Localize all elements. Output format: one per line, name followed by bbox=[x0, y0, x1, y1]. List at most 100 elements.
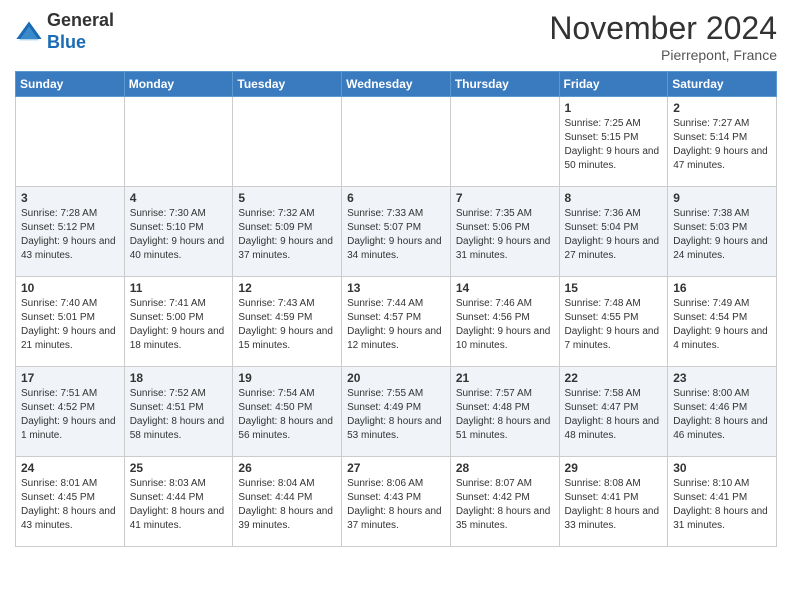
calendar-cell: 7 Sunrise: 7:35 AM Sunset: 5:06 PM Daylig… bbox=[450, 187, 559, 277]
calendar-cell: 24 Sunrise: 8:01 AM Sunset: 4:45 PM Dayli… bbox=[16, 457, 125, 547]
location: Pierrepont, France bbox=[549, 47, 777, 63]
header: General Blue November 2024 Pierrepont, F… bbox=[15, 10, 777, 63]
day-number: 10 bbox=[21, 281, 119, 295]
day-number: 15 bbox=[565, 281, 663, 295]
calendar-cell: 5 Sunrise: 7:32 AM Sunset: 5:09 PM Daylig… bbox=[233, 187, 342, 277]
logo-blue-text: Blue bbox=[47, 32, 86, 52]
day-number: 22 bbox=[565, 371, 663, 385]
calendar-cell bbox=[450, 97, 559, 187]
day-number: 19 bbox=[238, 371, 336, 385]
day-number: 1 bbox=[565, 101, 663, 115]
day-number: 4 bbox=[130, 191, 228, 205]
day-number: 14 bbox=[456, 281, 554, 295]
col-wednesday: Wednesday bbox=[342, 72, 451, 97]
calendar-week-row: 10 Sunrise: 7:40 AM Sunset: 5:01 PM Dayli… bbox=[16, 277, 777, 367]
calendar-cell: 26 Sunrise: 8:04 AM Sunset: 4:44 PM Dayli… bbox=[233, 457, 342, 547]
day-info: Sunrise: 7:27 AM Sunset: 5:14 PM Dayligh… bbox=[673, 117, 771, 173]
calendar-cell: 14 Sunrise: 7:46 AM Sunset: 4:56 PM Dayli… bbox=[450, 277, 559, 367]
day-info: Sunrise: 7:46 AM Sunset: 4:56 PM Dayligh… bbox=[456, 297, 554, 353]
calendar-cell: 20 Sunrise: 7:55 AM Sunset: 4:49 PM Dayli… bbox=[342, 367, 451, 457]
day-number: 24 bbox=[21, 461, 119, 475]
day-number: 29 bbox=[565, 461, 663, 475]
day-info: Sunrise: 7:51 AM Sunset: 4:52 PM Dayligh… bbox=[21, 387, 119, 443]
calendar-cell: 25 Sunrise: 8:03 AM Sunset: 4:44 PM Dayli… bbox=[124, 457, 233, 547]
calendar-cell: 9 Sunrise: 7:38 AM Sunset: 5:03 PM Daylig… bbox=[668, 187, 777, 277]
col-tuesday: Tuesday bbox=[233, 72, 342, 97]
calendar-cell: 4 Sunrise: 7:30 AM Sunset: 5:10 PM Daylig… bbox=[124, 187, 233, 277]
day-info: Sunrise: 7:30 AM Sunset: 5:10 PM Dayligh… bbox=[130, 207, 228, 263]
calendar-week-row: 24 Sunrise: 8:01 AM Sunset: 4:45 PM Dayli… bbox=[16, 457, 777, 547]
month-title: November 2024 bbox=[549, 10, 777, 47]
day-number: 25 bbox=[130, 461, 228, 475]
calendar-cell: 27 Sunrise: 8:06 AM Sunset: 4:43 PM Dayli… bbox=[342, 457, 451, 547]
calendar-cell: 15 Sunrise: 7:48 AM Sunset: 4:55 PM Dayli… bbox=[559, 277, 668, 367]
day-info: Sunrise: 8:03 AM Sunset: 4:44 PM Dayligh… bbox=[130, 477, 228, 533]
col-thursday: Thursday bbox=[450, 72, 559, 97]
day-number: 6 bbox=[347, 191, 445, 205]
day-info: Sunrise: 7:38 AM Sunset: 5:03 PM Dayligh… bbox=[673, 207, 771, 263]
day-info: Sunrise: 8:06 AM Sunset: 4:43 PM Dayligh… bbox=[347, 477, 445, 533]
calendar-table: Sunday Monday Tuesday Wednesday Thursday… bbox=[15, 71, 777, 547]
day-number: 2 bbox=[673, 101, 771, 115]
calendar-header: Sunday Monday Tuesday Wednesday Thursday… bbox=[16, 72, 777, 97]
day-info: Sunrise: 7:54 AM Sunset: 4:50 PM Dayligh… bbox=[238, 387, 336, 443]
day-number: 3 bbox=[21, 191, 119, 205]
header-row: Sunday Monday Tuesday Wednesday Thursday… bbox=[16, 72, 777, 97]
day-number: 27 bbox=[347, 461, 445, 475]
day-info: Sunrise: 7:57 AM Sunset: 4:48 PM Dayligh… bbox=[456, 387, 554, 443]
day-number: 30 bbox=[673, 461, 771, 475]
calendar-cell bbox=[124, 97, 233, 187]
day-info: Sunrise: 7:58 AM Sunset: 4:47 PM Dayligh… bbox=[565, 387, 663, 443]
calendar-week-row: 3 Sunrise: 7:28 AM Sunset: 5:12 PM Daylig… bbox=[16, 187, 777, 277]
day-info: Sunrise: 8:07 AM Sunset: 4:42 PM Dayligh… bbox=[456, 477, 554, 533]
calendar-cell: 18 Sunrise: 7:52 AM Sunset: 4:51 PM Dayli… bbox=[124, 367, 233, 457]
day-info: Sunrise: 7:35 AM Sunset: 5:06 PM Dayligh… bbox=[456, 207, 554, 263]
day-info: Sunrise: 7:43 AM Sunset: 4:59 PM Dayligh… bbox=[238, 297, 336, 353]
day-number: 7 bbox=[456, 191, 554, 205]
calendar-cell: 19 Sunrise: 7:54 AM Sunset: 4:50 PM Dayli… bbox=[233, 367, 342, 457]
day-info: Sunrise: 7:52 AM Sunset: 4:51 PM Dayligh… bbox=[130, 387, 228, 443]
day-number: 16 bbox=[673, 281, 771, 295]
day-info: Sunrise: 7:36 AM Sunset: 5:04 PM Dayligh… bbox=[565, 207, 663, 263]
day-number: 18 bbox=[130, 371, 228, 385]
day-info: Sunrise: 7:48 AM Sunset: 4:55 PM Dayligh… bbox=[565, 297, 663, 353]
title-block: November 2024 Pierrepont, France bbox=[549, 10, 777, 63]
day-info: Sunrise: 7:40 AM Sunset: 5:01 PM Dayligh… bbox=[21, 297, 119, 353]
calendar-cell: 21 Sunrise: 7:57 AM Sunset: 4:48 PM Dayli… bbox=[450, 367, 559, 457]
calendar-cell: 29Sunrise: 8:08 AM Sunset: 4:41 PM Dayli… bbox=[559, 457, 668, 547]
logo-text: General Blue bbox=[47, 10, 114, 53]
day-number: 20 bbox=[347, 371, 445, 385]
calendar-cell: 30 Sunrise: 8:10 AM Sunset: 4:41 PM Dayli… bbox=[668, 457, 777, 547]
day-number: 12 bbox=[238, 281, 336, 295]
day-info: Sunrise: 8:04 AM Sunset: 4:44 PM Dayligh… bbox=[238, 477, 336, 533]
day-info: Sunrise: 7:33 AM Sunset: 5:07 PM Dayligh… bbox=[347, 207, 445, 263]
calendar-cell: 2 Sunrise: 7:27 AM Sunset: 5:14 PM Daylig… bbox=[668, 97, 777, 187]
calendar-cell: 23Sunrise: 8:00 AM Sunset: 4:46 PM Dayli… bbox=[668, 367, 777, 457]
calendar-cell: 1Sunrise: 7:25 AM Sunset: 5:15 PM Daylig… bbox=[559, 97, 668, 187]
calendar-body: 1Sunrise: 7:25 AM Sunset: 5:15 PM Daylig… bbox=[16, 97, 777, 547]
calendar-cell: 8 Sunrise: 7:36 AM Sunset: 5:04 PM Daylig… bbox=[559, 187, 668, 277]
day-number: 17 bbox=[21, 371, 119, 385]
day-info: Sunrise: 8:10 AM Sunset: 4:41 PM Dayligh… bbox=[673, 477, 771, 533]
day-info: Sunrise: 8:01 AM Sunset: 4:45 PM Dayligh… bbox=[21, 477, 119, 533]
day-number: 8 bbox=[565, 191, 663, 205]
day-number: 26 bbox=[238, 461, 336, 475]
calendar-cell: 17 Sunrise: 7:51 AM Sunset: 4:52 PM Dayli… bbox=[16, 367, 125, 457]
day-info: Sunrise: 7:55 AM Sunset: 4:49 PM Dayligh… bbox=[347, 387, 445, 443]
calendar-cell: 28Sunrise: 8:07 AM Sunset: 4:42 PM Dayli… bbox=[450, 457, 559, 547]
day-number: 23 bbox=[673, 371, 771, 385]
day-number: 5 bbox=[238, 191, 336, 205]
col-saturday: Saturday bbox=[668, 72, 777, 97]
day-number: 21 bbox=[456, 371, 554, 385]
day-info: Sunrise: 7:28 AM Sunset: 5:12 PM Dayligh… bbox=[21, 207, 119, 263]
calendar-cell: 11Sunrise: 7:41 AM Sunset: 5:00 PM Dayli… bbox=[124, 277, 233, 367]
calendar-cell: 3 Sunrise: 7:28 AM Sunset: 5:12 PM Daylig… bbox=[16, 187, 125, 277]
day-number: 9 bbox=[673, 191, 771, 205]
calendar-cell: 10 Sunrise: 7:40 AM Sunset: 5:01 PM Dayli… bbox=[16, 277, 125, 367]
calendar-week-row: 17 Sunrise: 7:51 AM Sunset: 4:52 PM Dayli… bbox=[16, 367, 777, 457]
day-info: Sunrise: 7:44 AM Sunset: 4:57 PM Dayligh… bbox=[347, 297, 445, 353]
page-container: General Blue November 2024 Pierrepont, F… bbox=[0, 0, 792, 557]
col-sunday: Sunday bbox=[16, 72, 125, 97]
day-info: Sunrise: 7:32 AM Sunset: 5:09 PM Dayligh… bbox=[238, 207, 336, 263]
day-info: Sunrise: 7:41 AM Sunset: 5:00 PM Dayligh… bbox=[130, 297, 228, 353]
